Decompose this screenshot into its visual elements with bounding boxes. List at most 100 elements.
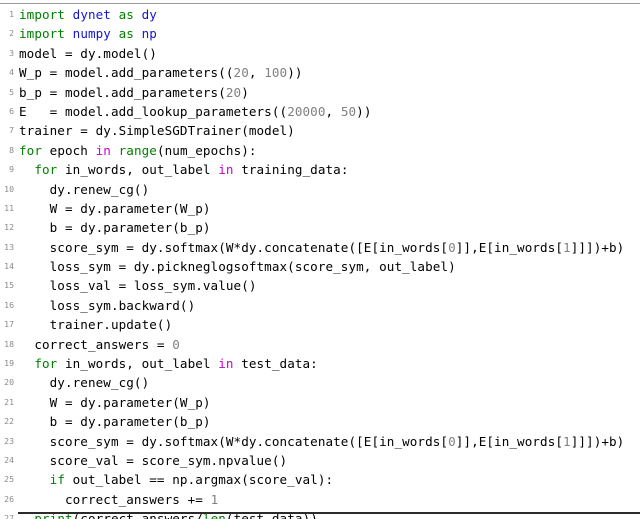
code-text: correct_answers = 0 (19, 335, 180, 354)
line-number: 1 (9, 9, 14, 19)
code-token: ]]])+b) (570, 433, 625, 449)
code-line: 16 loss_sym.backward() (0, 296, 640, 315)
line-number: 20 (4, 377, 14, 388)
line-number: 16 (4, 299, 14, 310)
code-token: loss_sym.backward() (19, 297, 196, 313)
code-token: , (248, 65, 265, 81)
code-text: for in_words, out_label in training_data… (19, 160, 349, 179)
code-token: in_words, out_label (57, 356, 219, 372)
code-token: correct_answers = (19, 336, 173, 352)
line-number: 19 (4, 358, 14, 369)
code-line: 14 loss_sym = dy.pickneglogsoftmax(score… (0, 257, 640, 276)
code-text: b = dy.parameter(b_p) (19, 218, 211, 237)
code-token: dynet (72, 7, 111, 22)
code-text: b = dy.parameter(b_p) (19, 412, 211, 431)
code-token: )) (287, 65, 303, 81)
code-token: training_data: (233, 162, 349, 178)
code-text: if out_label == np.argmax(score_val): (19, 470, 333, 489)
line-number: 2 (9, 28, 14, 39)
code-token: model = dy.model() (19, 45, 157, 61)
code-text: E = model.add_lookup_parameters((20000, … (19, 102, 371, 121)
code-line: 23 score_sym = dy.softmax(W*dy.concatena… (0, 432, 640, 451)
line-number: 7 (9, 125, 14, 136)
line-number: 5 (9, 86, 14, 97)
line-number: 23 (4, 435, 14, 446)
line-number: 22 (4, 416, 14, 427)
code-token: 50 (340, 103, 357, 119)
code-token: W = dy.parameter(W_p) (19, 200, 211, 216)
code-line: 17 trainer.update() (0, 315, 640, 334)
code-text: W = dy.parameter(W_p) (19, 393, 211, 412)
code-line: 19 for in_words, out_label in test_data: (0, 354, 640, 373)
line-number: 13 (4, 241, 14, 252)
line-number: 12 (4, 222, 14, 233)
code-text: loss_val = loss_sym.value() (19, 276, 257, 295)
code-line: 21 W = dy.parameter(W_p) (0, 393, 640, 412)
code-token: 0 (172, 336, 180, 352)
code-token: test_data: (233, 356, 318, 372)
line-number: 8 (9, 144, 14, 155)
code-token: ) (241, 84, 249, 100)
code-text: score_sym = dy.softmax(W*dy.concatenate(… (19, 432, 625, 451)
line-number: 3 (9, 47, 14, 58)
code-line: 1 import dynet as dy (0, 5, 640, 24)
code-token: out_label == np.argmax(score_val): (64, 472, 334, 488)
code-line: 15 loss_val = loss_sym.value() (0, 276, 640, 295)
code-token: dy (141, 7, 157, 22)
line-number: 26 (4, 493, 14, 504)
code-token: 1 (210, 491, 219, 507)
code-token: import (19, 26, 65, 42)
code-token: b_p = model.add_parameters( (19, 84, 226, 100)
code-token: )) (356, 103, 372, 119)
code-token: 1 (563, 239, 571, 255)
code-token: epoch (42, 142, 96, 158)
code-listing-page: 1 import dynet as dy 2 import numpy as np 3 m… (0, 0, 640, 519)
code-token: in (218, 356, 234, 372)
code-token: correct_answers += (19, 491, 211, 507)
code-text: dy.renew_cg() (19, 180, 150, 199)
code-token: 20000 (287, 103, 326, 119)
code-token: dy.renew_cg() (19, 375, 150, 391)
code-token: score_val = score_sym.npvalue() (19, 452, 288, 468)
code-token: if (49, 472, 65, 488)
code-token: ]],E[in_words[ (455, 433, 564, 449)
code-token: numpy (72, 26, 111, 42)
code-line: 24 score_val = score_sym.npvalue() (0, 451, 640, 470)
code-token: score_sym = dy.softmax(W*dy.concatenate(… (19, 239, 449, 255)
code-text: trainer.update() (19, 315, 173, 334)
code-token: b = dy.parameter(b_p) (19, 220, 211, 236)
code-token: 0 (448, 433, 456, 449)
line-number: 21 (4, 396, 14, 407)
code-text: W_p = model.add_parameters((20, 100)) (19, 63, 303, 82)
code-line: 9 for in_words, out_label in training_da… (0, 160, 640, 179)
line-number: 17 (4, 319, 14, 330)
code-line: 8 for epoch in range(num_epochs): (0, 141, 640, 160)
code-line: 3 model = dy.model() (0, 44, 640, 63)
code-token: 0 (448, 239, 456, 255)
line-number: 15 (4, 280, 14, 291)
code-token: range (118, 142, 157, 158)
line-number: 14 (4, 261, 14, 272)
code-listing: 1 import dynet as dy 2 import numpy as np 3 m… (0, 5, 640, 519)
line-number: 18 (4, 338, 14, 349)
code-line: 22 b = dy.parameter(b_p) (0, 412, 640, 431)
code-token: as (118, 26, 134, 42)
code-token: for (34, 356, 58, 372)
code-line: 2 import numpy as np (0, 24, 640, 43)
code-token: for (34, 162, 58, 178)
code-token: import (19, 7, 65, 22)
code-line: 7 trainer = dy.SimpleSGDTrainer(model) (0, 121, 640, 140)
code-token: trainer.update() (19, 317, 173, 333)
code-line: 4 W_p = model.add_parameters((20, 100)) (0, 63, 640, 82)
code-token: for (19, 142, 42, 158)
code-text: W = dy.parameter(W_p) (19, 199, 211, 218)
code-text: dy.renew_cg() (19, 373, 150, 392)
code-text: for in_words, out_label in test_data: (19, 354, 318, 373)
line-number: 24 (4, 454, 14, 465)
